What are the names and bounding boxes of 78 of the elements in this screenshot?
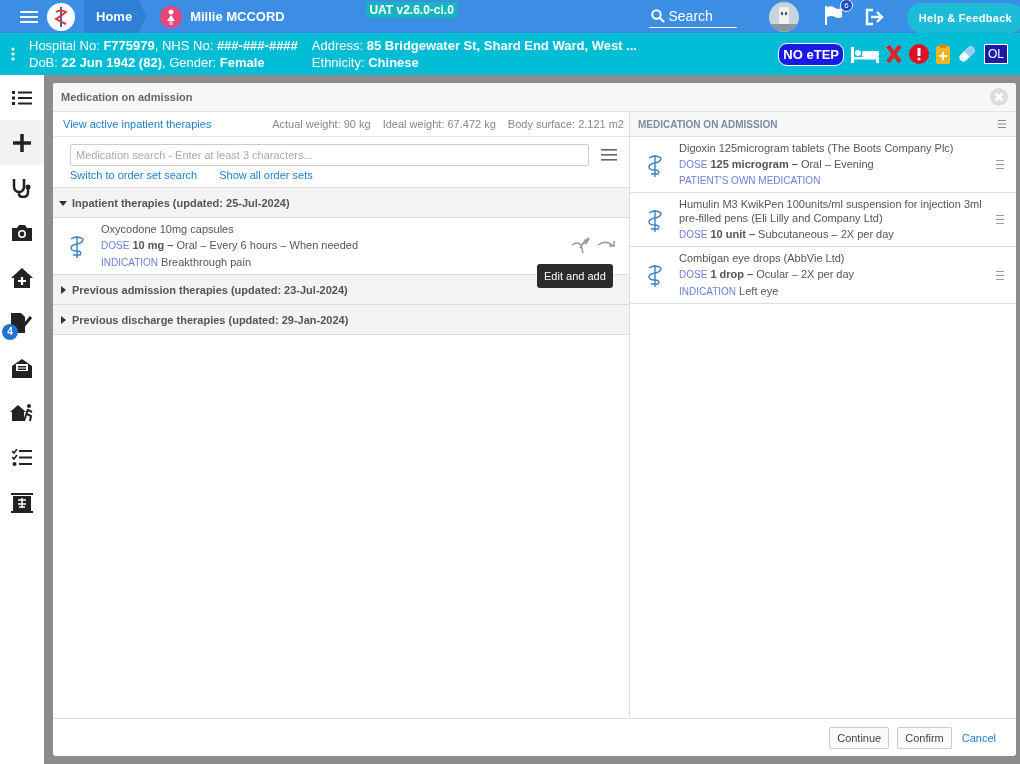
order-set-link[interactable]: Show all order sets (219, 169, 313, 181)
snake-staff-icon (67, 233, 87, 259)
plus-icon (13, 133, 31, 152)
caret-icon (59, 198, 67, 207)
measurement-text: Actual weight: 90 kg (272, 118, 371, 130)
clipboard-icon[interactable] (936, 44, 950, 64)
alert-icon[interactable] (909, 44, 929, 64)
dialog-title: Medication on admission (61, 91, 193, 103)
caret-icon (59, 315, 67, 324)
sidebar-item[interactable] (0, 120, 44, 165)
patient-detail: Hospital No: F775979, NHS No: ###-###-#### (29, 38, 298, 53)
count-badge: 4 (2, 324, 18, 340)
menu-icon[interactable] (996, 215, 1004, 224)
medication-name: Humulin M3 KwikPen 100units/ml suspension for injection 3ml pre-filled pens (Eli Lilly and Company Ltd) (679, 197, 982, 225)
caret-icon (59, 285, 67, 294)
cross-icon[interactable] (886, 45, 902, 63)
measurement-text: Ideal weight: 67.472 kg (382, 118, 496, 130)
order-set-link[interactable]: Switch to order set search (70, 169, 198, 181)
dialog-button[interactable]: Confirm (897, 726, 952, 749)
dose-text: 1 drop – Ocular – 2X per day (710, 268, 855, 280)
dose-text: 10 unit – Subcutaneous – 2X per day (710, 228, 894, 240)
search-icon (650, 8, 665, 23)
camera-icon (12, 224, 32, 241)
section-header[interactable]: Inpatient therapies (updated: 25-Jul-2024) (53, 188, 629, 218)
own-medication-label: PATIENT'S OWN MEDICATION (679, 174, 822, 188)
status-tag[interactable]: OL (984, 44, 1008, 64)
section-header[interactable]: Previous discharge therapies (updated: 29-Jan-2024) (53, 305, 629, 335)
medication-name: Oxycodone 10mg capsules (101, 222, 235, 236)
list-icon (12, 89, 32, 106)
edit-add-icon[interactable] (571, 237, 591, 255)
logo-icon[interactable] (46, 1, 76, 32)
dose-text: 125 microgram – Oral – Evening (710, 158, 874, 170)
stethoscope-icon (12, 177, 32, 198)
medication-name: Combigan eye drops (AbbVie Ltd) (679, 251, 846, 265)
sidebar-item[interactable]: 4 (0, 300, 44, 345)
house-person-icon (10, 402, 34, 423)
search-button[interactable]: Search (648, 5, 737, 28)
view-therapies-link[interactable]: View active inpatient therapies (63, 118, 212, 130)
dose-label: DOSE (679, 159, 708, 170)
indication-text: Left eye (739, 285, 779, 297)
flag-icon[interactable] (824, 4, 843, 25)
mail-icon (12, 357, 32, 378)
patient-name[interactable]: Millie MCCORD (190, 9, 285, 24)
indication-label: INDICATION (679, 286, 737, 297)
more-icon[interactable] (11, 47, 15, 61)
tooltip: Edit and add (537, 264, 613, 288)
environment-label: UAT v2.6.0-ci.0 (366, 2, 457, 18)
logout-icon[interactable] (864, 7, 885, 26)
dose-label: DOSE (679, 269, 708, 280)
medication-search-field[interactable]: Medication search - Enter at least 3 characters... (70, 144, 589, 166)
dose-text: 10 mg – Oral – Every 6 hours – When needed (132, 239, 359, 251)
patient-detail: Ethnicity: Chinese (311, 55, 420, 70)
dialog-button[interactable]: Continue (829, 726, 890, 749)
cancel-link[interactable]: Cancel (961, 731, 996, 744)
house-plus-icon (11, 267, 33, 288)
board-icon (11, 492, 33, 513)
note-pen-icon (11, 312, 33, 333)
dose-label: DOSE (679, 229, 708, 240)
menu-icon[interactable] (998, 120, 1006, 128)
panel-heading: MEDICATION ON ADMISSION (638, 118, 778, 130)
female-avatar-icon (160, 5, 183, 28)
patient-detail: DoB: 22 Jun 1942 (82), Gender: Female (29, 55, 266, 70)
dose-label: DOSE (101, 240, 130, 251)
status-tag[interactable]: NO eTEP (778, 42, 844, 66)
notification-badge: 6 (839, 0, 853, 12)
medication-name: Digoxin 125microgram tablets (The Boots Company Plc) (679, 141, 955, 155)
menu-icon[interactable] (996, 160, 1004, 169)
menu-icon[interactable] (996, 270, 1004, 280)
indication-text: Breakthrough pain (161, 256, 251, 268)
checklist-icon (12, 448, 32, 467)
snake-staff-icon (645, 262, 665, 288)
measurement-text: Body surface: 2.121 m2 (507, 118, 624, 130)
patient-detail: Address: 85 Bridgewater St, Shard End Ward, West ... (311, 38, 637, 53)
indication-label: INDICATION (101, 257, 159, 268)
menu-icon[interactable] (20, 9, 38, 24)
bed-icon[interactable] (851, 45, 879, 63)
home-breadcrumb[interactable]: Home (84, 0, 147, 33)
menu-icon[interactable] (601, 149, 617, 161)
